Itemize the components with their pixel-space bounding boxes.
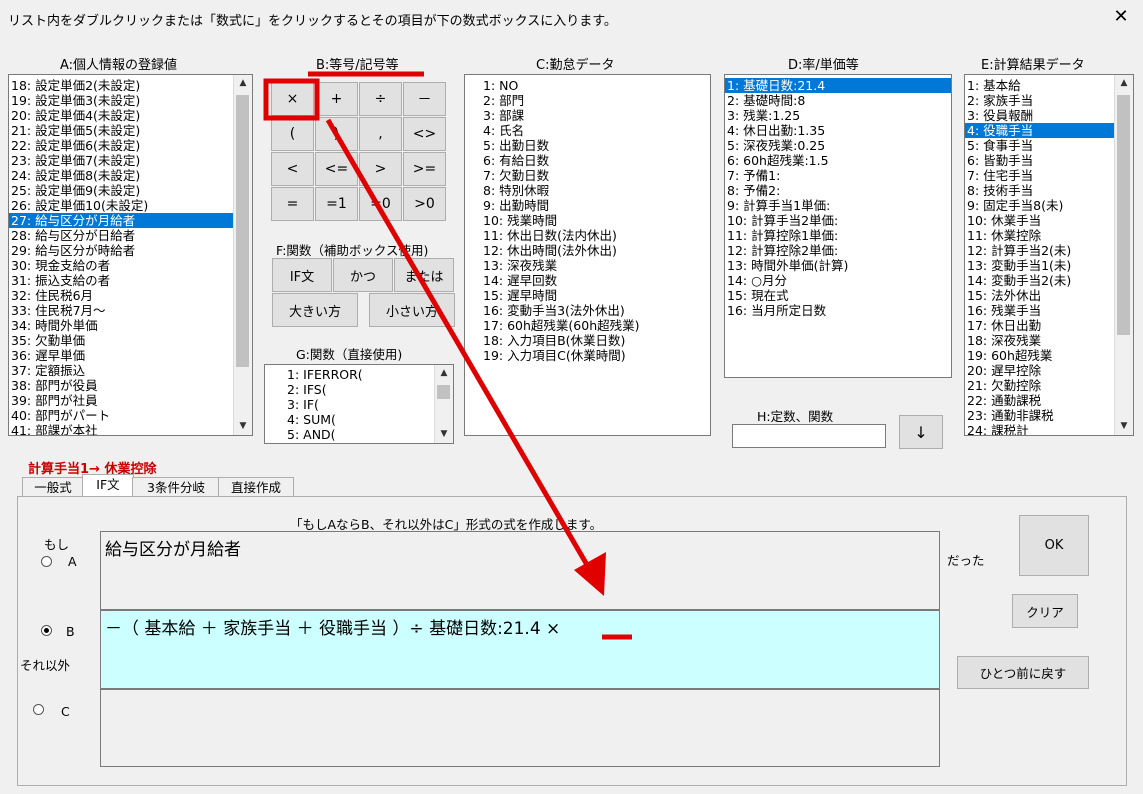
annotation-arrow-head	[574, 552, 606, 596]
annotation-overlay	[263, 71, 632, 640]
annotation-arrow	[325, 118, 593, 572]
annotation-highlight-box	[263, 78, 320, 121]
